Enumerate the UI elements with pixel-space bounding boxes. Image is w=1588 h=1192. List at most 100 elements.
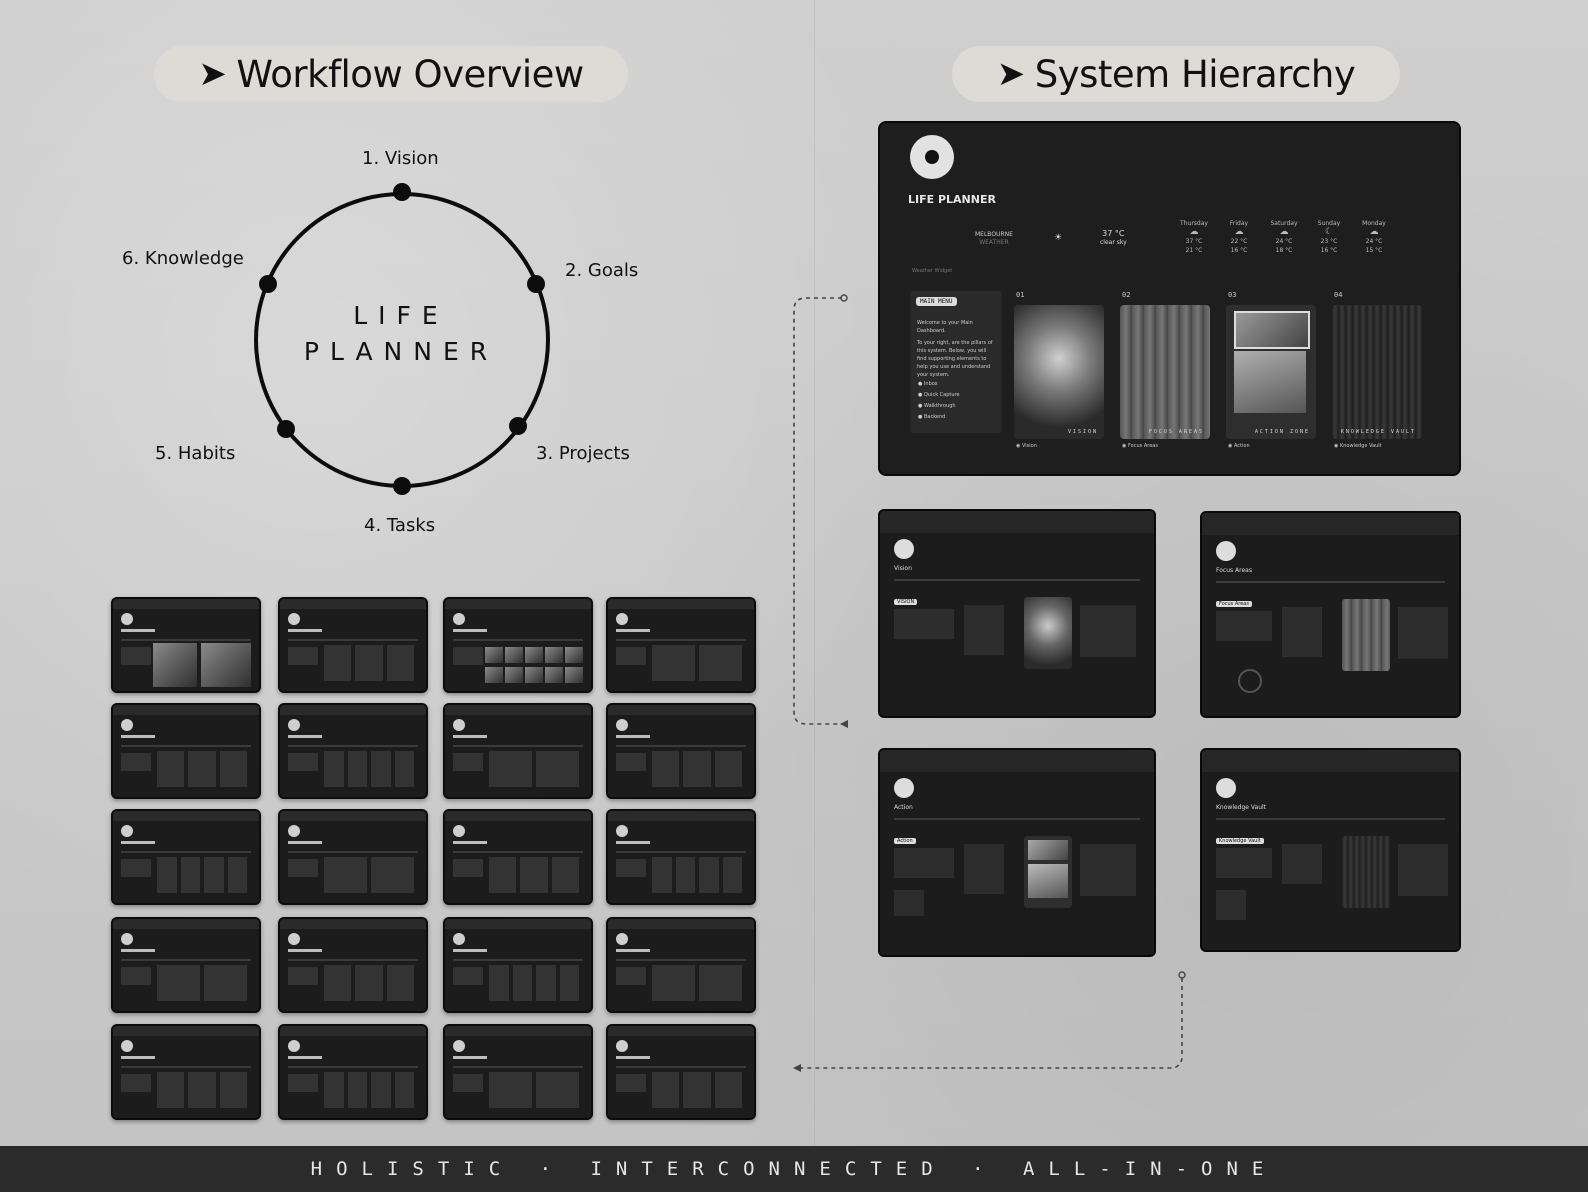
knowledge-vault-link[interactable]: ◉ Knowledge Vault [1334,443,1382,449]
forecast-hi: 37 °C [1185,238,1203,245]
thumb-logo-icon [288,1040,300,1052]
thumb-table-block [371,1072,391,1108]
thumb-nav-line [288,1066,418,1068]
forecast-lo: 16 °C [1320,247,1338,254]
thumb-title [453,949,487,952]
thumb-nav-line [121,959,251,961]
thumb-text-block [616,1074,646,1092]
thumb-title [288,1056,322,1059]
template-thumbnail [606,703,756,799]
node-knowledge [259,275,277,293]
knowledge-vault-page-preview: Knowledge Vault Knowledge Vault [1200,748,1461,952]
focus-areas-page-preview: Focus Areas Focus Areas [1200,511,1461,718]
thumb-table-block [324,1072,344,1108]
thumb-photo [153,643,197,687]
thumb-table-block [355,965,383,1001]
thumb-photo [485,667,503,683]
thumb-text-block [288,647,318,665]
node-projects [509,417,527,435]
thumb-nav-line [288,959,418,961]
thumb-text-block [453,647,483,665]
thumb-title [453,735,487,738]
thumb-title [121,629,155,632]
hierarchy-heading: ➤ System Hierarchy [952,46,1400,102]
action-card[interactable]: ACTION ZONE [1226,305,1316,439]
thumb-logo-icon [288,613,300,625]
card-caption: VISION [1067,429,1098,435]
thumb-title [453,629,487,632]
thumb-table-block [204,965,247,1001]
template-thumbnail [606,917,756,1013]
thumb-cover [280,705,426,715]
thumb-text-block [453,753,483,771]
thumb-table-block [699,857,719,893]
stage-label-goals: 2. Goals [565,260,639,281]
thumb-nav-line [453,639,583,641]
main-dashboard: LIFE PLANNER MELBOURNE WEATHER ☀ 37 °C c… [878,121,1461,476]
thumb-table-block [180,857,200,893]
thumb-cover [280,811,426,821]
vision-link[interactable]: ◉ Vision [1016,443,1037,449]
workflow-heading-text: Workflow Overview [236,52,584,96]
thumb-photo [545,667,563,683]
brain-icon [1216,778,1236,798]
weather-current: 37 °C clear sky [1100,229,1127,247]
thumb-nav-line [453,851,583,853]
menu-item-inbox[interactable]: ● Inbox [918,381,938,387]
thumb-cover [445,705,591,715]
thumb-cover [280,599,426,609]
thumb-title [288,735,322,738]
thumb-table-block [683,751,711,787]
template-thumbnail [278,703,428,799]
forecast-hi: 23 °C [1320,238,1338,245]
thumb-nav-line [616,745,746,747]
list-block [964,605,1004,655]
thumb-photo [505,647,523,663]
menu-item-label: Inbox [923,381,938,387]
thumb-table-block [157,857,177,893]
weather-widget-toggle[interactable]: Weather Widget [912,268,952,274]
knowledge-vault-card[interactable]: KNOWLEDGE VAULT [1332,305,1422,439]
action-link[interactable]: ◉ Action [1228,443,1250,449]
thumb-logo-icon [121,1040,133,1052]
thumb-table-block [157,751,185,787]
thumb-table-block [324,645,352,681]
action-thumb-top [1028,840,1068,860]
thumb-cover [445,1026,591,1036]
thumb-table-block [652,857,672,893]
thumb-nav-line [616,1066,746,1068]
main-menu-desc: To your right, are the pillars of this s… [917,340,993,378]
thumb-text-block [121,1074,151,1092]
thumb-table-block [394,751,414,787]
menu-item-quick-capture[interactable]: ● Quick Capture [918,392,960,398]
page-cover [1202,513,1459,535]
menu-item-label: Quick Capture [923,392,960,398]
thumb-table-block [536,751,579,787]
subpage-title: Action [894,804,913,811]
thumb-text-block [616,647,646,665]
thumb-table-block [347,751,367,787]
vision-card[interactable]: VISION [1014,305,1104,439]
action-photo-top [1234,311,1310,349]
card-link-label: Action [1233,443,1250,449]
thumb-table-block [551,857,579,893]
connector-start-dot [1178,971,1186,979]
thumb-table-block [371,751,391,787]
focus-areas-link[interactable]: ◉ Focus Areas [1122,443,1158,449]
thumb-nav-line [121,851,251,853]
thumb-text-block [121,647,151,665]
thumb-text-block [616,859,646,877]
weather-city-name: MELBOURNE [975,231,1013,238]
connector-pages-to-templates [798,978,1183,1069]
thumb-table-block [489,857,517,893]
node-vision [393,183,411,201]
template-thumbnail [443,917,593,1013]
template-thumbnail [606,597,756,693]
connector-dashboard-to-pages [793,297,846,725]
focus-areas-card[interactable]: FOCUS AREAS [1120,305,1210,439]
menu-item-walkthrough[interactable]: ● Walkthrough [918,403,956,409]
node-tasks [393,477,411,495]
thumb-text-block [121,859,151,877]
menu-item-backend[interactable]: ● Backend [918,414,945,420]
thumb-table-block [652,751,680,787]
